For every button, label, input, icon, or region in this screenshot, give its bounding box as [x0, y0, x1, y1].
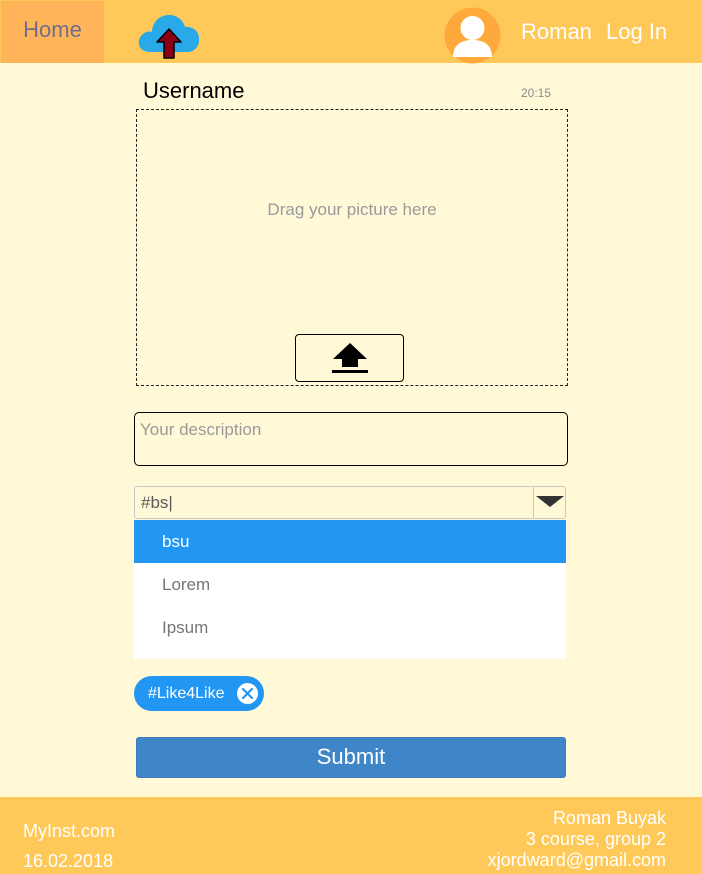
suggestion-item[interactable]: Lorem [134, 563, 566, 606]
description-input[interactable] [134, 412, 568, 466]
footer-site: MyInst.com [23, 821, 116, 841]
hashtag-combobox [134, 486, 566, 519]
suggestion-item[interactable]: Ipsum [134, 606, 566, 649]
image-dropzone[interactable]: Drag your picture here [136, 109, 568, 386]
footer-date: 16.02.2018 [23, 851, 114, 871]
chip-remove-button[interactable] [237, 683, 258, 704]
footer-bar: MyInst.com 16.02.2018 Roman Buyak 3 cour… [0, 797, 702, 874]
footer-contact: Roman Buyak 3 course, group 2 xjordward@… [488, 808, 666, 871]
hashtag-chip: #Like4Like [134, 676, 264, 711]
footer-email[interactable]: xjordward@gmail.com [488, 850, 666, 871]
footer-author: Roman Buyak [552, 808, 666, 828]
post-time: 20:15 [521, 86, 552, 100]
cloud-upload-icon[interactable] [136, 6, 202, 62]
triangle-down-icon [536, 496, 564, 507]
dropdown-toggle[interactable] [533, 487, 565, 518]
user-name-link[interactable]: Roman [521, 19, 592, 45]
close-icon [242, 688, 253, 699]
submit-button[interactable]: Submit [136, 737, 566, 778]
dropzone-hint: Drag your picture here [267, 200, 437, 219]
suggestion-item[interactable]: bsu [134, 520, 566, 563]
header-bar: Home Roman Log In [0, 0, 702, 64]
chip-label: #Like4Like [148, 684, 225, 702]
footer-course: 3 course, group 2 [525, 829, 666, 849]
home-button[interactable]: Home [1, 1, 104, 63]
username-label: Username [143, 78, 245, 103]
user-avatar-icon[interactable] [444, 7, 501, 64]
upload-arrow-icon [332, 343, 368, 373]
login-link[interactable]: Log In [606, 19, 667, 45]
hashtag-suggestions: bsu Lorem Ipsum [134, 520, 566, 659]
hashtag-input[interactable] [135, 487, 535, 518]
upload-button[interactable] [295, 334, 404, 382]
